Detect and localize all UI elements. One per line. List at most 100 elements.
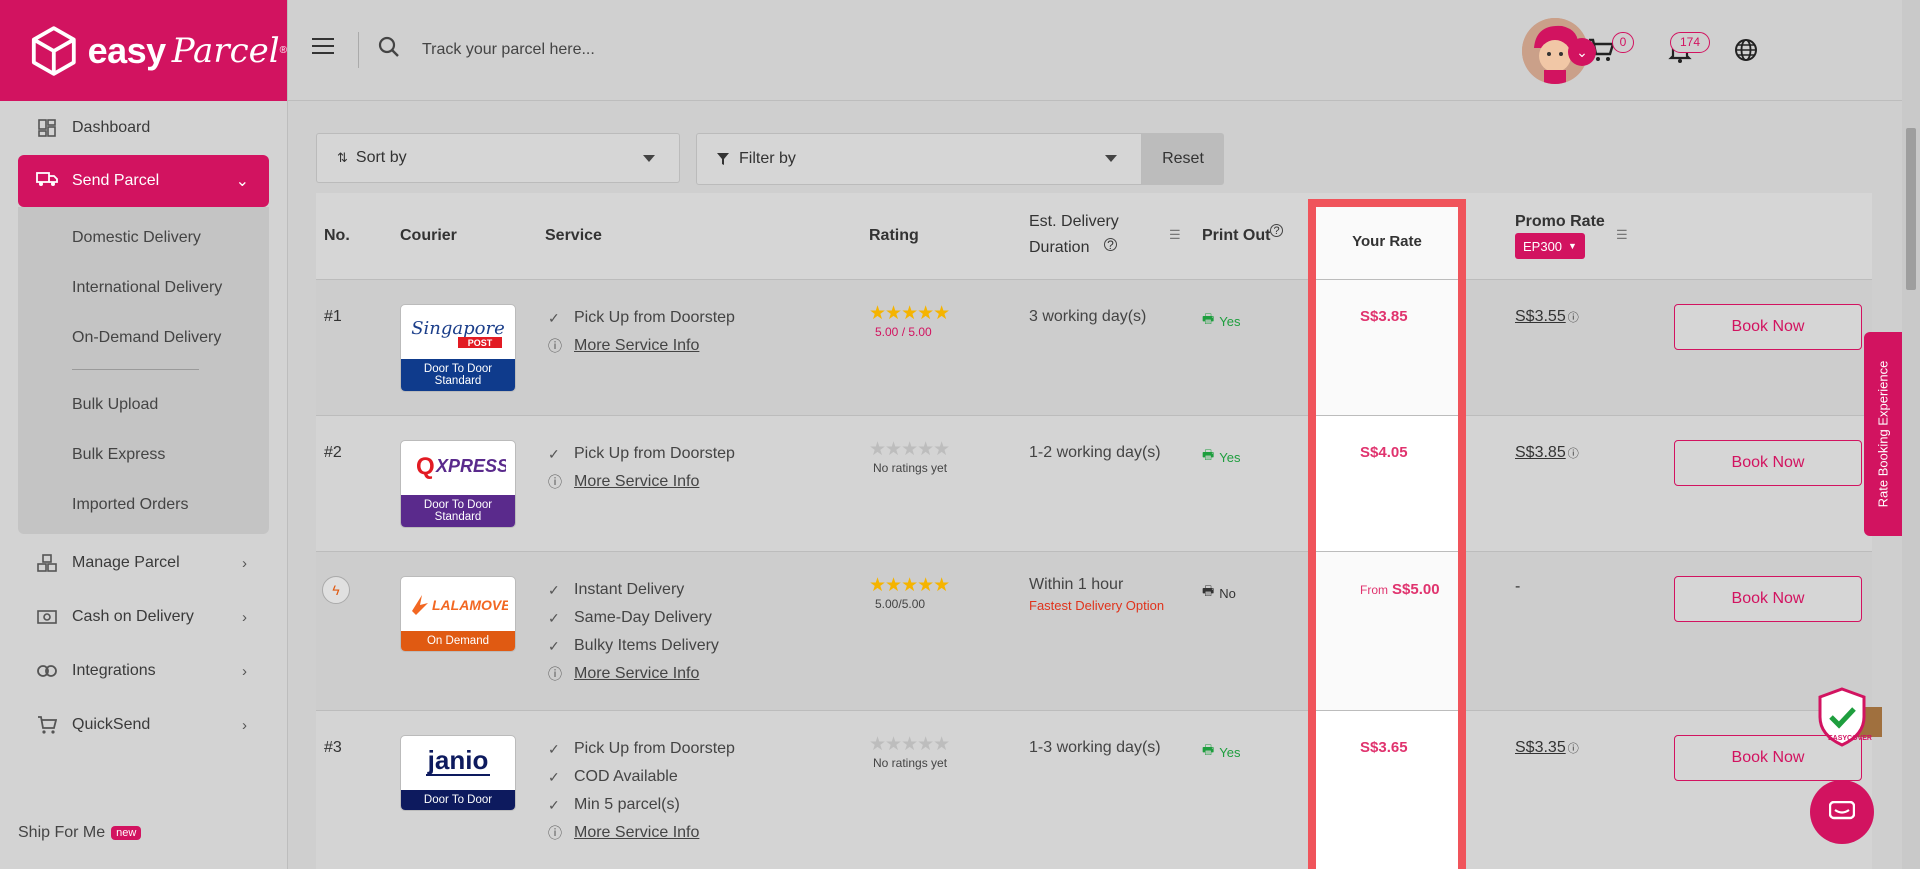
book-now-button[interactable]: Book Now (1674, 440, 1862, 486)
filter-by-label: Filter by (739, 150, 796, 167)
nav-international-delivery[interactable]: International Delivery (18, 263, 269, 313)
sidebar: easy Parcel ® Dashboard Send Parcel ⌄ Do… (0, 0, 288, 869)
help-icon[interactable]: ? (1104, 238, 1117, 251)
printer-icon: 🖶 (1202, 311, 1215, 326)
courier-logo: janio Door To Door (400, 735, 516, 811)
nav-send-parcel-label: Send Parcel (72, 172, 160, 189)
track-parcel-input[interactable]: Track your parcel here... (422, 41, 595, 59)
rating-value: 5.00 / 5.00 (875, 325, 932, 339)
print-out-value: Yes (1219, 449, 1241, 465)
printer-icon: 🖶 (1202, 447, 1215, 462)
star-rating-icon: ★★★★★ (869, 439, 950, 460)
search-icon (378, 36, 399, 57)
svg-text:Singapore: Singapore (411, 318, 505, 339)
help-icon[interactable]: ⓘ (1568, 448, 1579, 460)
sort-lines-icon[interactable]: ☰ (1616, 227, 1628, 243)
book-now-button[interactable]: Book Now (1674, 304, 1862, 350)
nav-quicksend[interactable]: QuickSend › (0, 698, 287, 752)
sort-lines-icon[interactable]: ☰ (1169, 227, 1181, 243)
vertical-scrollbar[interactable] (1902, 0, 1920, 869)
promo-rate-value: S$3.85 (1515, 444, 1566, 461)
nav-on-demand-delivery[interactable]: On-Demand Delivery (18, 313, 269, 363)
help-icon[interactable]: ? (1270, 224, 1283, 237)
rating-cell: ★★★★★ No ratings yet (869, 438, 950, 475)
cash-icon (36, 606, 58, 628)
nav-domestic-delivery[interactable]: Domestic Delivery (18, 213, 269, 263)
est-delivery: Within 1 hour (1029, 576, 1124, 593)
filter-by-select[interactable]: Filter by (696, 133, 1142, 185)
chevron-right-icon: › (242, 608, 247, 626)
header-no: No. (324, 227, 350, 244)
more-service-info-link[interactable]: More Service Info (574, 824, 699, 842)
nav-dashboard[interactable]: Dashboard (0, 101, 287, 155)
courier-logo: LALAMOVE On Demand (400, 576, 516, 652)
chevron-right-icon: › (242, 554, 247, 572)
header-rating: Rating (869, 227, 919, 244)
nav-cash-on-delivery[interactable]: Cash on Delivery › (0, 590, 287, 644)
filter-icon (717, 153, 729, 165)
profile-dropdown-chevron-icon[interactable]: ⌄ (1568, 38, 1596, 66)
nav-integrations[interactable]: Integrations › (0, 644, 287, 698)
nav-manage-parcel[interactable]: Manage Parcel › (0, 536, 287, 590)
help-icon[interactable]: ⓘ (1568, 743, 1579, 755)
easycover-label: EASYCOVER (1828, 735, 1872, 742)
cart-count-badge: 0 (1612, 32, 1634, 53)
hamburger-menu-icon[interactable] (312, 38, 334, 59)
easycover-badge[interactable]: EASYCOVER (1812, 685, 1884, 751)
promo-code-select[interactable]: EP300 ▼ (1515, 233, 1585, 259)
promo-code-label: EP300 (1523, 238, 1563, 254)
svg-text:POST: POST (468, 338, 493, 348)
info-icon: ⓘ (548, 825, 562, 841)
rate-booking-experience-tab[interactable]: Rate Booking Experience (1864, 332, 1902, 536)
submenu-divider (72, 369, 199, 370)
nav-bulk-express[interactable]: Bulk Express (18, 430, 269, 480)
more-service-info-link[interactable]: More Service Info (574, 473, 699, 491)
nav-bulk-upload[interactable]: Bulk Upload (18, 380, 269, 430)
scrollbar-thumb[interactable] (1906, 128, 1916, 290)
more-service-info-link[interactable]: More Service Info (574, 337, 699, 355)
book-now-button[interactable]: Book Now (1674, 576, 1862, 622)
printer-icon: 🖶 (1202, 742, 1215, 757)
chevron-right-icon: › (242, 716, 247, 734)
check-icon: ✓ (548, 740, 560, 757)
rate-booking-label: Rate Booking Experience (1875, 360, 1891, 508)
brand-name-2: Parcel (171, 30, 280, 71)
notification-count-badge: 174 (1670, 32, 1710, 53)
lalamove-logo: LALAMOVE (401, 577, 515, 631)
est-delivery: 3 working day(s) (1029, 308, 1147, 325)
help-icon[interactable]: ⓘ (1568, 312, 1579, 324)
check-icon: ✓ (548, 768, 560, 785)
chevron-down-icon: ⌄ (235, 173, 249, 190)
nav-quicksend-label: QuickSend (72, 716, 151, 733)
nav-send-parcel[interactable]: Send Parcel ⌄ (18, 155, 269, 207)
service-item: Min 5 parcel(s) (574, 796, 680, 813)
chat-button[interactable] (1810, 780, 1874, 844)
service-item: Pick Up from Doorstep (574, 740, 735, 757)
brand-name-1: easy (87, 29, 167, 71)
info-icon: ⓘ (548, 666, 562, 682)
check-icon: ✓ (548, 637, 560, 654)
chevron-right-icon: › (242, 662, 247, 680)
brand-logo[interactable]: easy Parcel ® (0, 0, 287, 101)
globe-icon[interactable] (1734, 38, 1758, 62)
nav-imported-orders[interactable]: Imported Orders (18, 480, 269, 530)
header-service: Service (545, 227, 602, 244)
more-service-info-link[interactable]: More Service Info (574, 665, 699, 683)
sort-by-select[interactable]: ⇅ Sort by (316, 133, 680, 183)
info-icon: ⓘ (548, 474, 562, 490)
ship-for-me-label: Ship For Me (18, 824, 106, 841)
row-number: #2 (324, 444, 342, 461)
rating-cell: ★★★★★ 5.00 / 5.00 (869, 302, 950, 339)
est-delivery: 1-3 working day(s) (1029, 739, 1161, 756)
nav-ship-for-me[interactable]: Ship For Me new (18, 824, 142, 842)
reset-button[interactable]: Reset (1142, 133, 1224, 185)
row-number: #3 (324, 739, 342, 756)
promo-rate-value: S$3.35 (1515, 739, 1566, 756)
table-row: #1 Singapore POST Door To Door Standard ✓… (316, 279, 1872, 415)
row-number: #1 (324, 308, 342, 325)
service-item: Instant Delivery (574, 581, 685, 598)
table-row: #3 janio Door To Door ✓ Pick Up from Door… (316, 710, 1872, 869)
sort-icon: ⇅ (337, 150, 348, 165)
lightning-icon: ϟ (322, 576, 350, 604)
check-icon: ✓ (548, 445, 560, 462)
